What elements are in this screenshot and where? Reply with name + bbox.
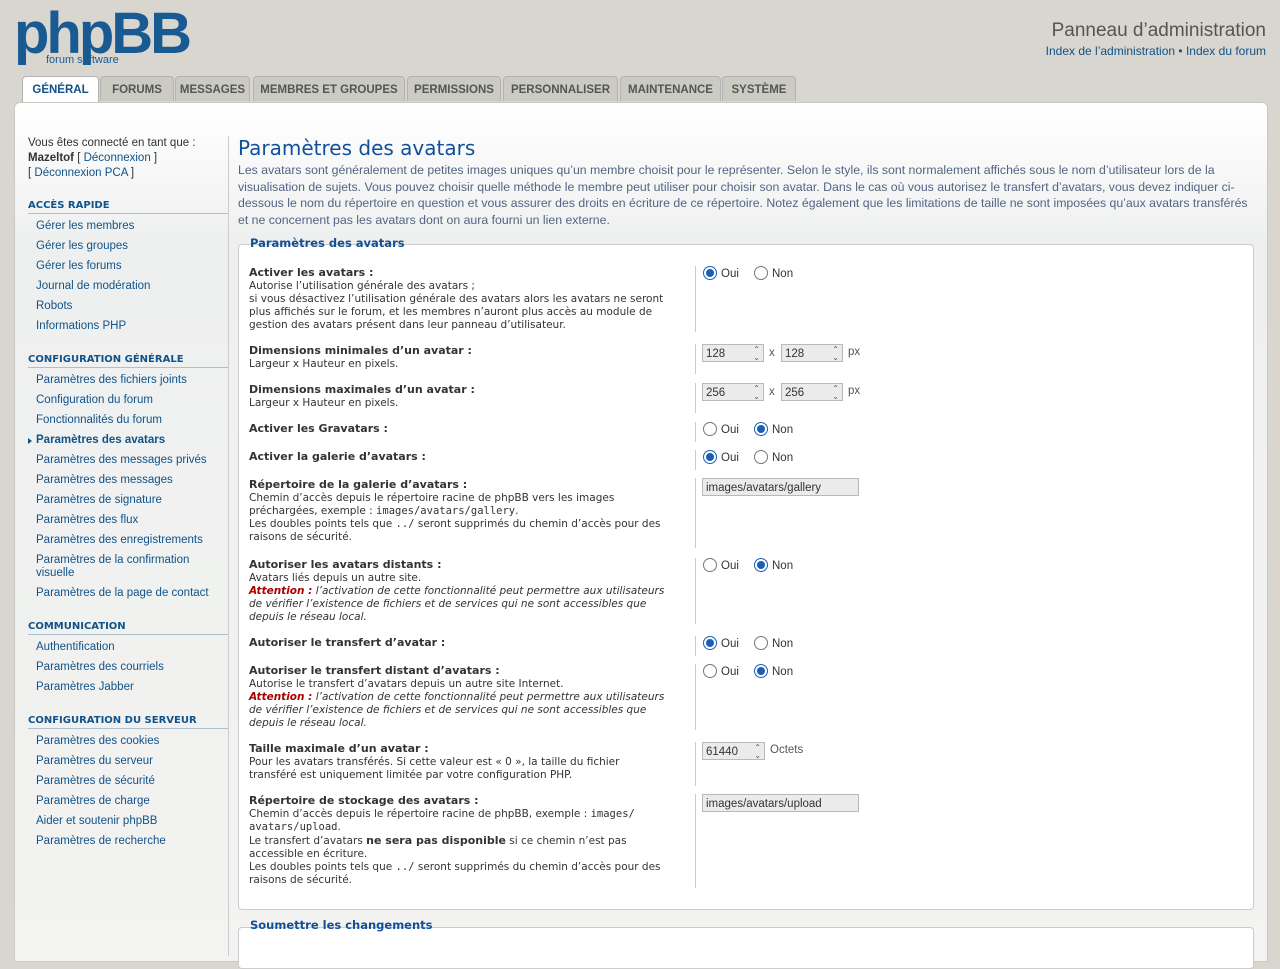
spinner-icon: ⌃ ⌄ bbox=[753, 345, 760, 362]
radio-label: Oui bbox=[721, 268, 739, 280]
spinner-icon: ⌃ ⌄ bbox=[753, 384, 760, 401]
min-width-input[interactable]: 128 ⌃ ⌄ bbox=[702, 344, 764, 362]
menu-item-feed-settings[interactable]: Paramètres des flux bbox=[36, 514, 231, 527]
remote-upload-yes-radio[interactable] bbox=[703, 664, 717, 678]
tab-general[interactable]: GÉNÉRAL bbox=[22, 76, 99, 104]
menu-item-authentication[interactable]: Authentification bbox=[36, 641, 231, 654]
menu-item-email-settings[interactable]: Paramètres des courriels bbox=[36, 661, 231, 674]
setting-remote-upload: Autoriser le transfert distant d’avatars… bbox=[249, 664, 794, 730]
admin-index-link[interactable]: Index de l’administration bbox=[1046, 44, 1175, 58]
gallery-path-input[interactable]: images/avatars/gallery bbox=[702, 478, 859, 496]
radio-label: Non bbox=[772, 268, 794, 280]
menu-divider bbox=[228, 136, 229, 956]
gallery-yes-radio[interactable] bbox=[703, 450, 717, 464]
storage-path-input[interactable]: images/avatars/upload bbox=[702, 794, 859, 812]
tab-messages[interactable]: MESSAGES bbox=[175, 76, 250, 101]
link-separator: • bbox=[1178, 44, 1183, 58]
menu-item-manage-forums[interactable]: Gérer les forums bbox=[36, 260, 231, 273]
menu-item-attachments[interactable]: Paramètres des fichiers joints bbox=[36, 374, 231, 387]
submit-legend: Soumettre les changements bbox=[250, 918, 433, 932]
enable-avatars-no-radio[interactable] bbox=[754, 266, 768, 280]
enable-avatars-yes-radio[interactable] bbox=[703, 266, 717, 280]
upload-no-radio[interactable] bbox=[754, 636, 768, 650]
gravatars-no-radio[interactable] bbox=[754, 422, 768, 436]
gravatars-yes-radio[interactable] bbox=[703, 422, 717, 436]
upload-yes-radio[interactable] bbox=[703, 636, 717, 650]
menu-item-jabber-settings[interactable]: Paramètres Jabber bbox=[36, 681, 231, 694]
logout-acp-link[interactable]: Déconnexion PCA bbox=[34, 167, 127, 179]
menu-item-avatar-settings[interactable]: Paramètres des avatars bbox=[28, 434, 231, 447]
menu-item-post-settings[interactable]: Paramètres des messages bbox=[36, 474, 231, 487]
menu-item-php-info[interactable]: Informations PHP bbox=[36, 320, 231, 333]
menu-item-captcha-settings[interactable]: Paramètres de la confirmation visuelle bbox=[36, 554, 211, 580]
max-height-input[interactable]: 256 ⌃ ⌄ bbox=[781, 383, 843, 401]
setting-gallery-path: Répertoire de la galerie d’avatars : Che… bbox=[249, 478, 1249, 548]
menu-item-registration-settings[interactable]: Paramètres des enregistrements bbox=[36, 534, 231, 547]
phpbb-logo[interactable]: phpBB forum software bbox=[14, 4, 192, 67]
menu-item-moderation-log[interactable]: Journal de modération bbox=[36, 280, 231, 293]
submit-fieldset bbox=[238, 927, 1254, 969]
page-title: Paramètres des avatars bbox=[238, 136, 476, 160]
setting-max-dimensions: Dimensions maximales d’un avatar : Large… bbox=[249, 383, 1249, 415]
logo-subtext: forum software bbox=[46, 54, 119, 66]
setting-label: Activer les avatars : Autorise l’utilisa… bbox=[249, 266, 664, 331]
setting-max-filesize: Taille maximale d’un avatar : Pour les a… bbox=[249, 742, 1249, 786]
menu-item-security-settings[interactable]: Paramètres de sécurité bbox=[36, 775, 231, 788]
menu-item-signature-settings[interactable]: Paramètres de signature bbox=[36, 494, 231, 507]
menu-item-manage-users[interactable]: Gérer les membres bbox=[36, 220, 231, 233]
admin-panel-title: Panneau d’administration bbox=[1051, 20, 1266, 41]
setting-enable-avatars: Activer les avatars : Autorise l’utilisa… bbox=[249, 266, 1249, 334]
top-links: Index de l’administration • Index du for… bbox=[1046, 44, 1266, 58]
header: phpBB forum software Panneau d’administr… bbox=[0, 0, 1280, 80]
menu-item-help-support[interactable]: Aider et soutenir phpBB bbox=[36, 815, 231, 828]
max-width-input[interactable]: 256 ⌃ ⌄ bbox=[702, 383, 764, 401]
forum-index-link[interactable]: Index du forum bbox=[1186, 44, 1266, 58]
tab-maintenance[interactable]: MAINTENANCE bbox=[620, 76, 721, 101]
menu-item-pm-settings[interactable]: Paramètres des messages privés bbox=[36, 454, 231, 467]
spinner-icon: ⌃ ⌄ bbox=[754, 743, 761, 760]
menu-item-contact-settings[interactable]: Paramètres de la page de contact bbox=[36, 587, 231, 600]
setting-remote-avatars: Autoriser les avatars distants : Avatars… bbox=[249, 558, 794, 624]
remote-upload-no-radio[interactable] bbox=[754, 664, 768, 678]
tab-forums[interactable]: FORUMS bbox=[100, 76, 174, 101]
menu-item-server-settings[interactable]: Paramètres du serveur bbox=[36, 755, 231, 768]
avatar-settings-legend: Paramètres des avatars bbox=[250, 236, 405, 250]
max-filesize-input[interactable]: 61440 ⌃ ⌄ bbox=[702, 742, 765, 760]
menu-item-bots[interactable]: Robots bbox=[36, 300, 231, 313]
tab-permissions[interactable]: PERMISSIONS bbox=[407, 76, 501, 101]
min-height-input[interactable]: 128 ⌃ ⌄ bbox=[781, 344, 843, 362]
setting-avatar-upload: Autoriser le transfert d’avatar : Oui No… bbox=[249, 636, 1249, 656]
page-intro: Les avatars sont généralement de petites… bbox=[238, 163, 1248, 227]
menu-item-load-settings[interactable]: Paramètres de charge bbox=[36, 795, 231, 808]
menu-item-manage-groups[interactable]: Gérer les groupes bbox=[36, 240, 231, 253]
logout-link[interactable]: Déconnexion bbox=[84, 152, 151, 164]
menu-item-search-settings[interactable]: Paramètres de recherche bbox=[36, 835, 231, 848]
setting-enable-gravatars: Activer les Gravatars : Oui Non bbox=[249, 422, 1249, 442]
menu-item-board-features[interactable]: Fonctionnalités du forum bbox=[36, 414, 231, 427]
setting-enable-gallery: Activer la galerie d’avatars : Oui Non bbox=[249, 450, 1249, 470]
logged-as-label: Vous êtes connecté en tant que : bbox=[28, 137, 196, 149]
username: Mazeltof bbox=[28, 152, 74, 164]
spinner-icon: ⌃ ⌄ bbox=[832, 345, 839, 362]
menu-item-board-config[interactable]: Configuration du forum bbox=[36, 394, 231, 407]
tab-customise[interactable]: PERSONNALISER bbox=[503, 76, 618, 101]
menu-item-cookie-settings[interactable]: Paramètres des cookies bbox=[36, 735, 231, 748]
setting-min-dimensions: Dimensions minimales d’un avatar : Large… bbox=[249, 344, 1249, 376]
spinner-icon: ⌃ ⌄ bbox=[832, 384, 839, 401]
menu-section-general-config: CONFIGURATION GÉNÉRALE bbox=[28, 354, 228, 368]
menu-section-quick-access: ACCÈS RAPIDE bbox=[28, 200, 228, 214]
menu-section-communication: COMMUNICATION bbox=[28, 621, 228, 635]
tab-members-groups[interactable]: MEMBRES ET GROUPES bbox=[253, 76, 405, 101]
gallery-no-radio[interactable] bbox=[754, 450, 768, 464]
tab-system[interactable]: SYSTÈME bbox=[722, 76, 796, 101]
setting-storage-path: Répertoire de stockage des avatars : Che… bbox=[249, 794, 1249, 890]
remote-avatars-no-radio[interactable] bbox=[754, 558, 768, 572]
remote-avatars-yes-radio[interactable] bbox=[703, 558, 717, 572]
user-info: Vous êtes connecté en tant que : Mazelto… bbox=[28, 136, 228, 181]
menu-section-server-config: CONFIGURATION DU SERVEUR bbox=[28, 715, 228, 729]
